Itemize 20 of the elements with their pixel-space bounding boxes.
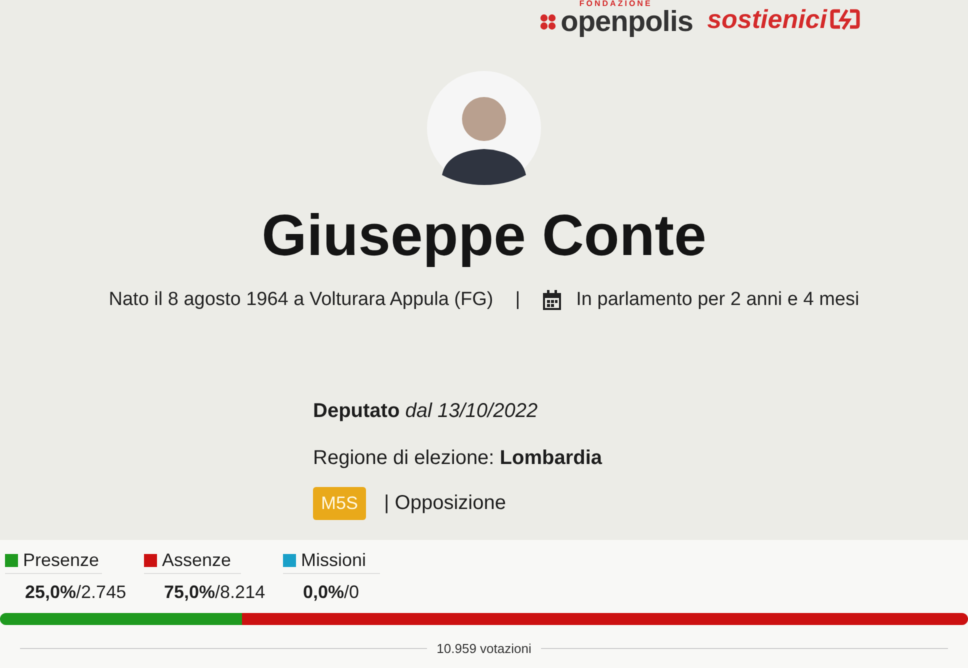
person-name: Giuseppe Conte — [262, 202, 706, 270]
legend-label: Presenze — [23, 550, 100, 571]
legend-label: Missioni — [301, 550, 366, 571]
tenure-info: In parlamento per 2 anni e 4 mesi — [576, 289, 860, 311]
battery-icon — [829, 8, 863, 30]
region-text: Regione di elezione: Lombardia — [313, 446, 602, 471]
birth-info: Nato il 8 agosto 1964 a Volturara Appula (FG) — [108, 289, 494, 311]
stat-value: 25,0%/2.745 — [25, 582, 128, 603]
logo-name[interactable]: openpolis — [560, 8, 694, 36]
stat-value: 0,0%/0 — [303, 582, 360, 603]
support-link[interactable]: sostienici — [707, 6, 827, 32]
logo-icon — [538, 13, 557, 31]
separator: | — [515, 289, 520, 311]
votes-total: 10.959 votazioni — [436, 641, 532, 656]
calendar-icon — [542, 290, 562, 310]
legend-label: Assenze — [162, 550, 232, 571]
logo-tagline: FONDAZIONE — [579, 0, 652, 8]
alignment-text: | Opposizione — [384, 492, 506, 515]
role-text: Deputato dal 13/10/2022 — [313, 399, 539, 424]
stat-value: 75,0%/8.214 — [164, 582, 266, 603]
